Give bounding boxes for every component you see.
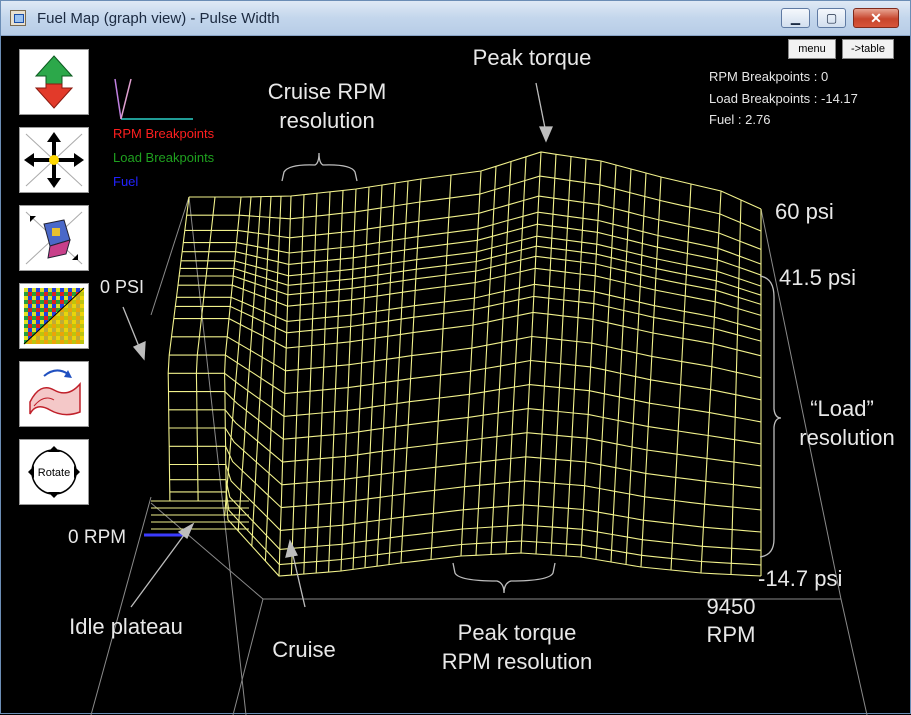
- load-60-label: 60 psi: [775, 199, 834, 224]
- fuel-map-surface[interactable]: Peak torque Cruise RPM resolution 60 psi…: [1, 35, 911, 715]
- mesh-line: [186, 175, 762, 232]
- peak-rpm-label-1: Peak torque: [458, 620, 577, 645]
- cruise-rpm-label-2: resolution: [279, 108, 374, 133]
- zero-rpm-label: 0 RPM: [68, 527, 126, 548]
- mesh-line: [173, 311, 762, 357]
- mesh-line: [475, 166, 497, 556]
- cruise-rpm-label-1: Cruise RPM: [268, 79, 387, 104]
- mesh-line: [505, 156, 527, 554]
- mesh-line: [400, 178, 422, 564]
- mesh-line: [237, 196, 262, 532]
- rpm-max-label-1: 9450: [707, 594, 756, 619]
- mesh-line: [490, 161, 512, 555]
- mesh-line: [340, 188, 357, 572]
- cruise-label: Cruise: [272, 637, 336, 662]
- annotation-labels: Peak torque Cruise RPM resolution 60 psi…: [68, 45, 895, 674]
- zero-psi-label: 0 PSI: [100, 277, 144, 297]
- close-button[interactable]: ✕: [853, 8, 899, 28]
- mesh-line: [352, 186, 370, 570]
- idle-plateau-label: Idle plateau: [69, 614, 183, 639]
- mesh-line: [595, 164, 617, 560]
- mesh-line: [610, 168, 632, 563]
- maximize-button[interactable]: ▢: [817, 8, 846, 28]
- mesh-line: [430, 174, 452, 560]
- title-bar[interactable]: Fuel Map (graph view) - Pulse Width ▁ ▢ …: [1, 1, 910, 36]
- mesh-line: [520, 151, 542, 554]
- mesh-line: [580, 160, 602, 558]
- fuel-map-window: Fuel Map (graph view) - Pulse Width ▁ ▢ …: [0, 0, 911, 715]
- minimize-button[interactable]: ▁: [781, 8, 810, 28]
- mesh-line: [625, 172, 647, 565]
- rpm-max-label-2: RPM: [707, 622, 756, 647]
- mesh-line: [224, 196, 252, 517]
- load-neg-label: -14.7 psi: [758, 566, 842, 591]
- mesh-line: [168, 372, 762, 423]
- peak-torque-label: Peak torque: [473, 45, 592, 70]
- mesh-line: [550, 156, 572, 556]
- mesh-line: [640, 176, 662, 568]
- app-icon: [10, 10, 26, 26]
- mesh-line: [460, 170, 482, 557]
- mesh-line: [535, 154, 557, 555]
- mesh-line: [565, 158, 587, 557]
- mesh-line: [730, 199, 742, 575]
- load-41-label: 41.5 psi: [779, 265, 856, 290]
- mesh-line: [169, 354, 762, 401]
- load-resolution-label-1: “Load”: [810, 396, 874, 421]
- mesh-line: [670, 183, 692, 571]
- mesh-line: [278, 195, 292, 577]
- window-title: Fuel Map (graph view) - Pulse Width: [37, 10, 280, 27]
- load-resolution-label-2: resolution: [799, 425, 894, 450]
- mesh-line: [189, 151, 762, 210]
- peak-rpm-label-2: RPM resolution: [442, 649, 592, 674]
- fuel-mesh: [144, 151, 762, 577]
- mesh-line: [700, 190, 722, 574]
